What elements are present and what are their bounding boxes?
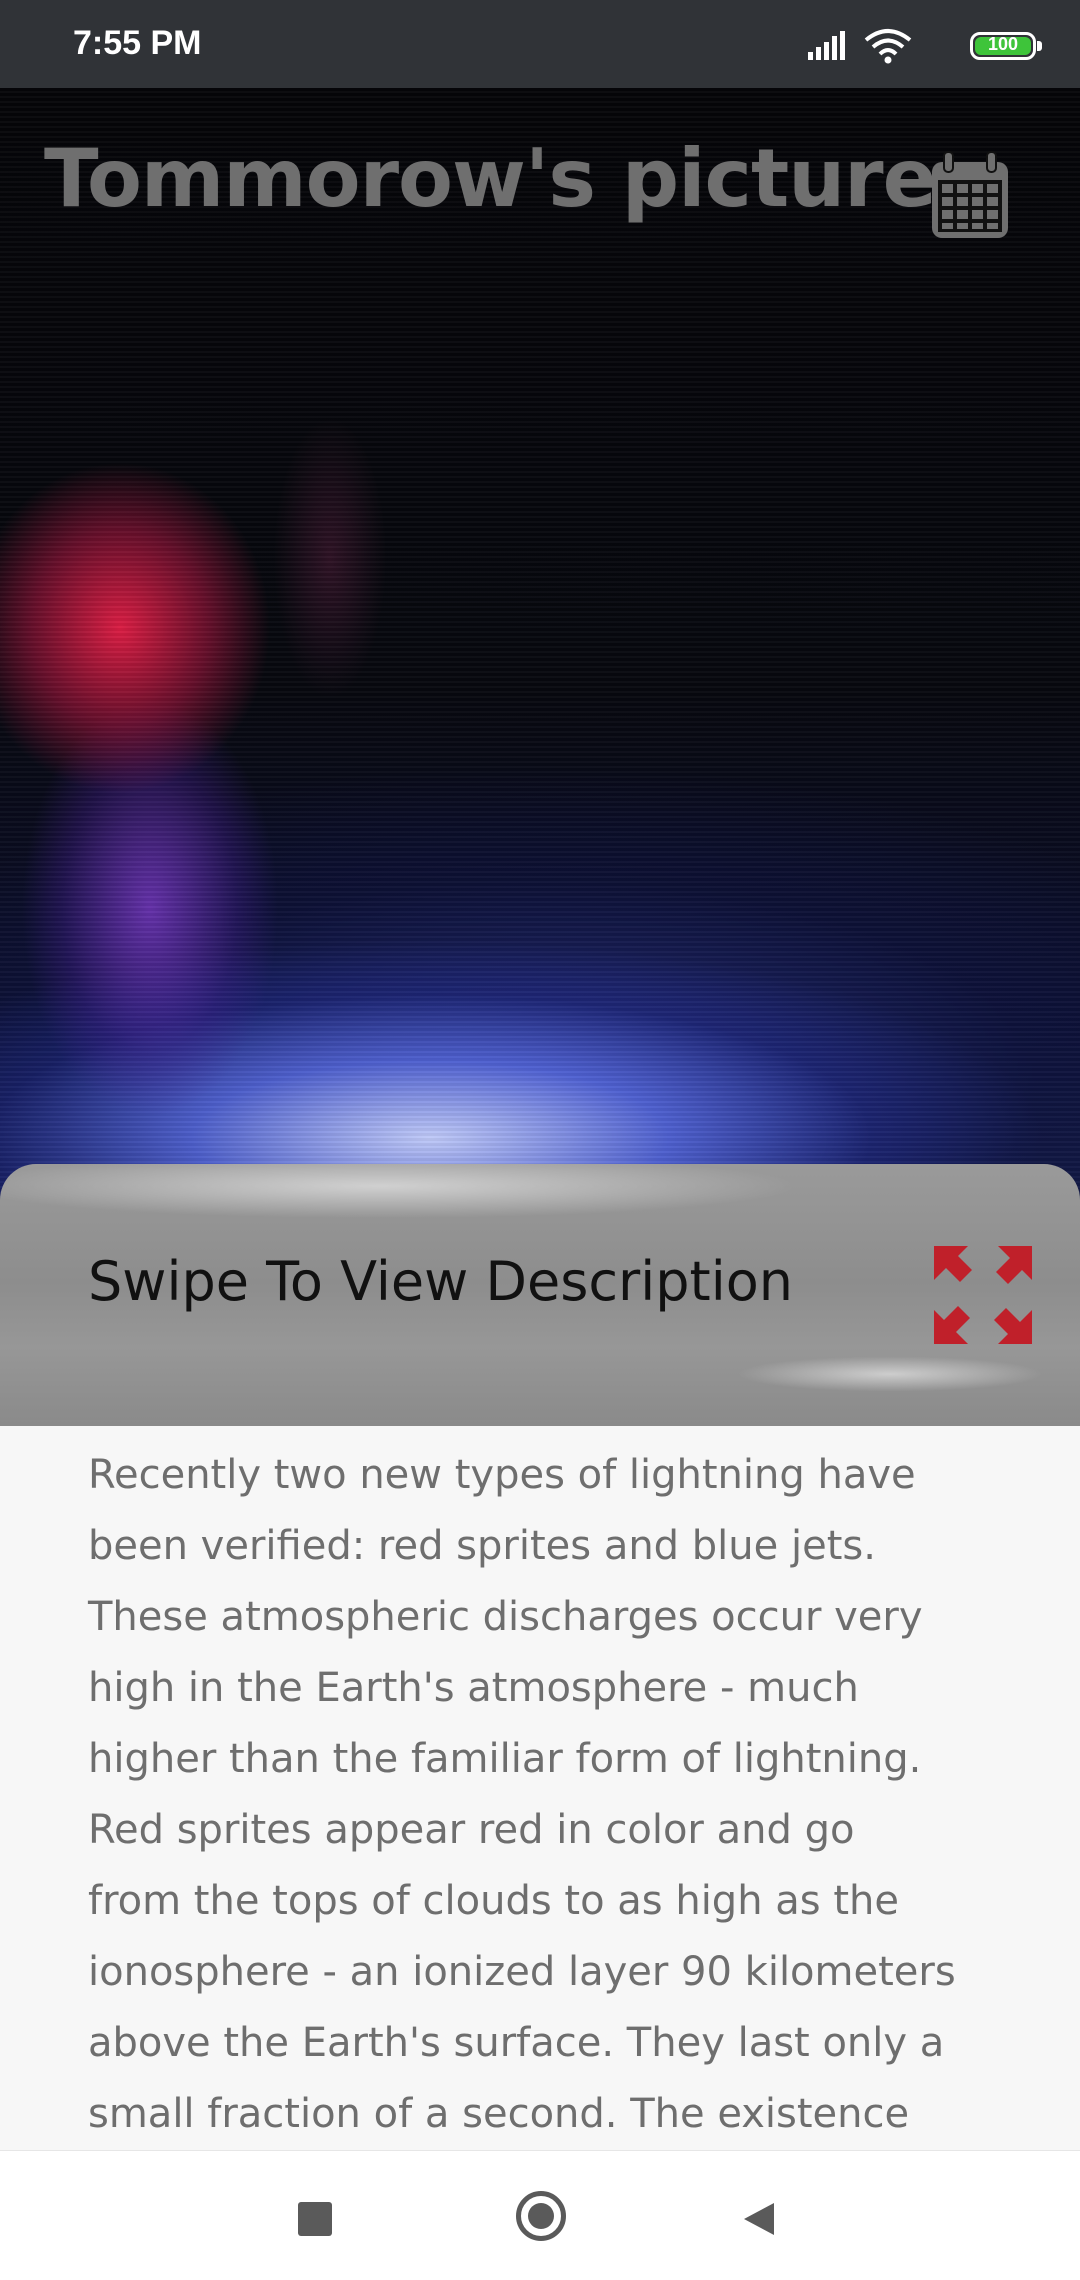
wifi-icon <box>864 29 912 64</box>
description-line: above the Earth's surface. They last onl… <box>88 2020 945 2066</box>
battery-tip <box>1037 41 1042 51</box>
page-title: Tommorow's picture <box>44 132 937 225</box>
expand-button[interactable] <box>928 1240 1038 1350</box>
home-icon[interactable] <box>516 2191 566 2241</box>
description-line: higher than the familiar form of lightni… <box>88 1736 922 1782</box>
back-icon[interactable] <box>740 2199 780 2239</box>
recent-apps-icon[interactable] <box>298 2202 332 2236</box>
calendar-button[interactable] <box>928 150 1012 242</box>
description-line: been verified: red sprites and blue jets… <box>88 1523 876 1569</box>
description-text: Recently two new types of lightning have… <box>88 1440 1008 2150</box>
description-line: Red sprites appear red in color and go <box>88 1807 855 1853</box>
description-line: small fraction of a second. The existenc… <box>88 2091 910 2137</box>
navigation-bar <box>0 2150 1080 2280</box>
expand-icon <box>934 1246 1032 1344</box>
description-line: high in the Earth's atmosphere - much <box>88 1665 859 1711</box>
description-line: from the tops of clouds to as high as th… <box>88 1878 899 1924</box>
swipe-panel[interactable]: Swipe To View Description <box>0 1164 1080 1426</box>
status-bar: 7:55 PM 100 <box>0 0 1080 88</box>
app-screen: 7:55 PM 100 Tommorow's picture Swipe To … <box>0 0 1080 2280</box>
description-line: These atmospheric discharges occur very <box>88 1594 923 1640</box>
status-time: 7:55 PM <box>73 24 202 62</box>
signal-icon <box>808 31 845 60</box>
battery-level: 100 <box>987 34 1019 54</box>
swipe-label: Swipe To View Description <box>88 1250 793 1313</box>
description-line: ionosphere - an ionized layer 90 kilomet… <box>88 1949 956 1995</box>
description-line: Recently two new types of lightning have <box>88 1452 916 1498</box>
battery-icon: 100 <box>970 32 1042 60</box>
description-panel[interactable]: Recently two new types of lightning have… <box>0 1426 1080 2150</box>
status-icons: 100 <box>796 28 1042 64</box>
home-icon-dot <box>528 2203 554 2229</box>
calendar-icon <box>932 151 1008 238</box>
